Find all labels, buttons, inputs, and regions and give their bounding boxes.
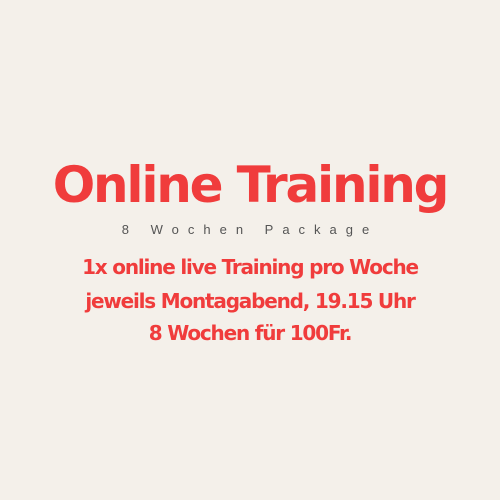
poster-line-price: 8 Wochen für 100Fr. <box>148 321 353 345</box>
poster-subtitle: 8 Wochen Package <box>121 222 379 237</box>
poster-line-frequency: 1x online live Training pro Woche <box>82 255 419 279</box>
poster-line-schedule: jeweils Montagabend, 19.15 Uhr <box>85 289 416 313</box>
training-poster: Online Training 8 Wochen Package 1x onli… <box>0 0 500 500</box>
poster-title: Online Training <box>52 156 450 214</box>
